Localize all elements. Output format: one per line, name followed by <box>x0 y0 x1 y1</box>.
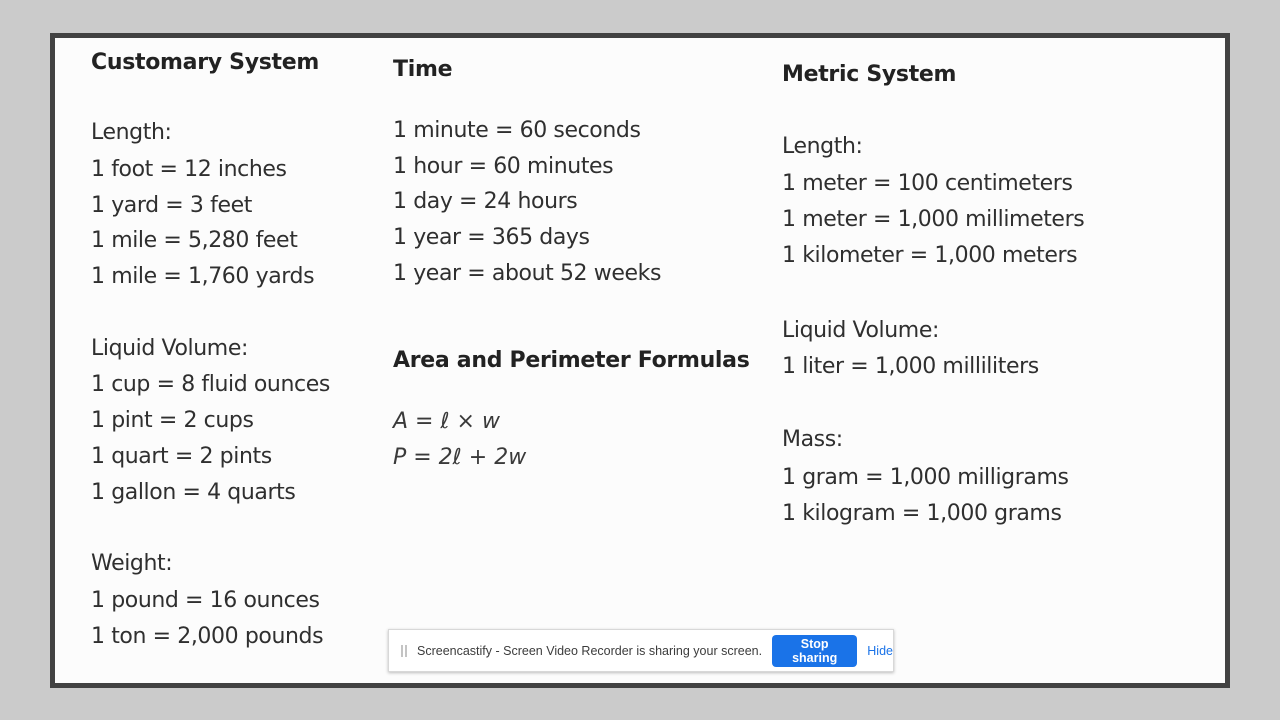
conversion-line: 1 hour = 60 minutes <box>393 154 614 179</box>
conversion-line: 1 ton = 2,000 pounds <box>91 624 324 649</box>
conversion-line: 1 quart = 2 pints <box>91 444 272 469</box>
conversion-line: 1 gallon = 4 quarts <box>91 480 296 505</box>
customary-liquid-volume-label: Liquid Volume: <box>91 336 248 361</box>
sharing-message: Screencastify - Screen Video Recorder is… <box>417 643 763 658</box>
area-formula: A = ℓ × w <box>393 409 500 434</box>
screen-sharing-bar: Screencastify - Screen Video Recorder is… <box>388 629 894 672</box>
conversion-line: 1 mile = 5,280 feet <box>91 228 298 253</box>
conversion-line: 1 cup = 8 fluid ounces <box>91 372 330 397</box>
metric-system-heading: Metric System <box>782 62 957 87</box>
time-heading: Time <box>393 57 453 82</box>
conversion-line: 1 gram = 1,000 milligrams <box>782 465 1069 490</box>
conversion-line: 1 year = 365 days <box>393 225 590 250</box>
conversion-line: 1 kilometer = 1,000 meters <box>782 243 1078 268</box>
perimeter-formula: P = 2ℓ + 2w <box>393 445 527 470</box>
conversion-line: 1 yard = 3 feet <box>91 193 252 218</box>
stop-sharing-button[interactable]: Stop sharing <box>772 634 858 667</box>
customary-weight-label: Weight: <box>91 551 173 576</box>
metric-mass-label: Mass: <box>782 427 843 452</box>
formulas-heading: Area and Perimeter Formulas <box>393 348 750 373</box>
drag-handle-icon[interactable] <box>401 644 407 657</box>
conversion-line: 1 liter = 1,000 milliliters <box>782 354 1039 379</box>
customary-system-heading: Customary System <box>91 50 319 75</box>
conversion-line: 1 meter = 1,000 millimeters <box>782 207 1085 232</box>
conversion-line: 1 minute = 60 seconds <box>393 118 641 143</box>
conversion-line: 1 pint = 2 cups <box>91 408 254 433</box>
conversion-line: 1 kilogram = 1,000 grams <box>782 501 1062 526</box>
hide-button[interactable]: Hide <box>867 644 893 658</box>
customary-length-label: Length: <box>91 120 172 145</box>
conversion-line: 1 meter = 100 centimeters <box>782 171 1073 196</box>
metric-length-label: Length: <box>782 134 863 159</box>
conversion-line: 1 day = 24 hours <box>393 189 578 214</box>
conversion-line: 1 mile = 1,760 yards <box>91 264 315 289</box>
conversion-line: 1 year = about 52 weeks <box>393 261 662 286</box>
reference-sheet: Customary System Length: 1 foot = 12 inc… <box>50 33 1230 688</box>
conversion-line: 1 pound = 16 ounces <box>91 588 320 613</box>
conversion-line: 1 foot = 12 inches <box>91 157 287 182</box>
metric-liquid-volume-label: Liquid Volume: <box>782 318 939 343</box>
